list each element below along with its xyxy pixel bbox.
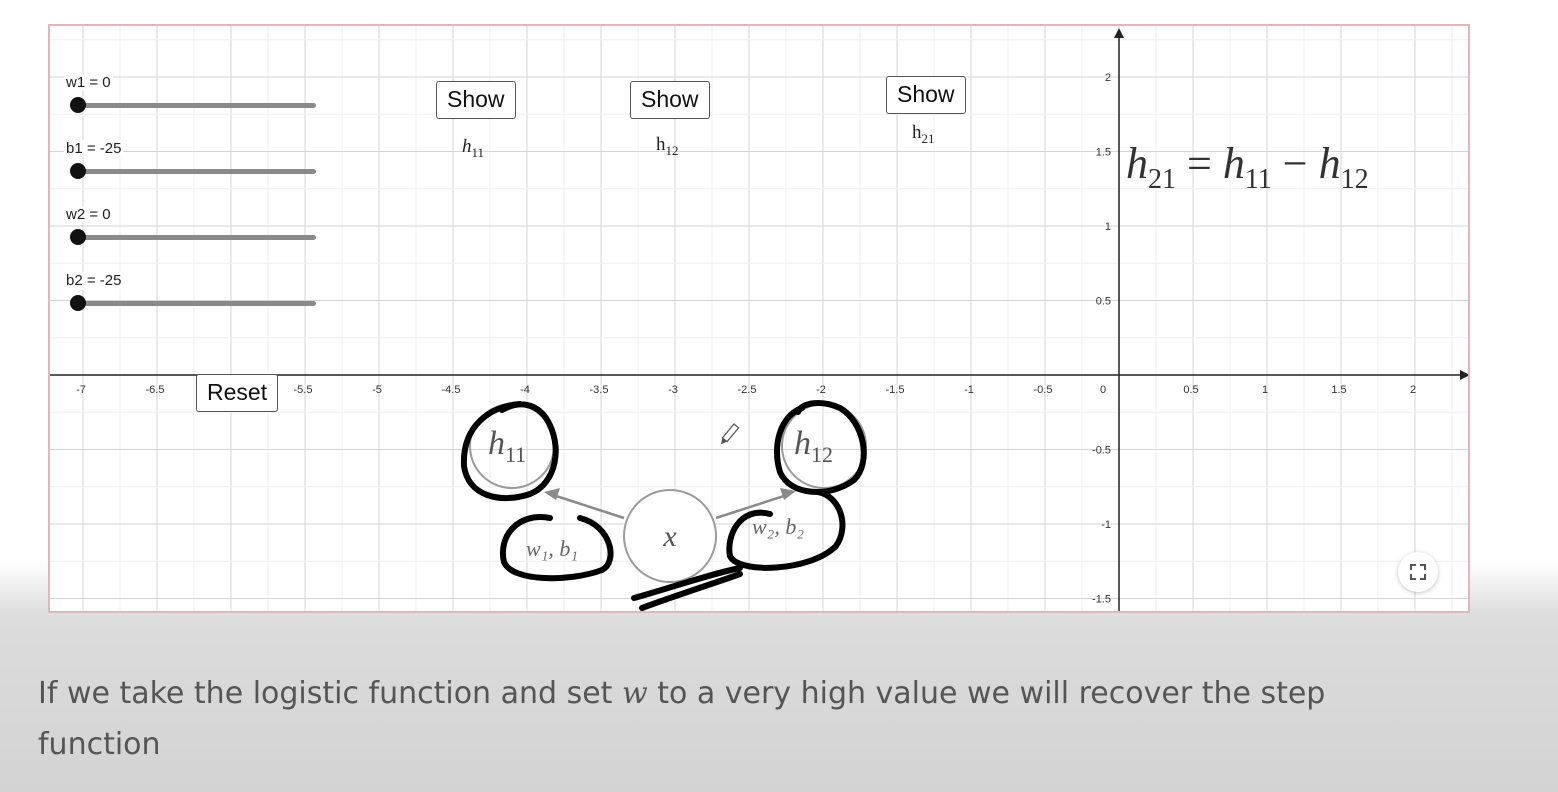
h12-label: h12 xyxy=(656,134,679,158)
x-tick-label: -4 xyxy=(520,384,530,396)
slider-handle[interactable] xyxy=(70,97,86,113)
slider-w2[interactable]: w2 = 0 xyxy=(62,206,322,246)
x-tick-label: -2 xyxy=(816,384,826,396)
x-tick-label: -7 xyxy=(76,384,86,396)
show-h12-button[interactable]: Show xyxy=(630,81,710,119)
x-tick-label: 2 xyxy=(1410,384,1416,396)
y-tick-label: 0.5 xyxy=(1096,296,1111,308)
y-tick-label: -0.5 xyxy=(1092,445,1111,457)
node-h12-label: h12 xyxy=(794,425,833,467)
geogebra-applet[interactable]: -7-6.5-6-5.5-5-4.5-4-3.5-3-2.5-2-1.5-1-0… xyxy=(48,24,1470,613)
fullscreen-button[interactable] xyxy=(1398,552,1438,592)
y-tick-label: 1 xyxy=(1105,221,1111,233)
slider-w2-label: w2 = 0 xyxy=(64,206,113,223)
slider-b2-label: b2 = -25 xyxy=(64,272,124,289)
slider-b1[interactable]: b1 = -25 xyxy=(62,140,322,180)
x-tick-label: -4.5 xyxy=(442,384,461,396)
x-tick-label: 0 xyxy=(1100,384,1106,396)
x-tick-label: -1 xyxy=(964,384,974,396)
y-tick-label: -1 xyxy=(1101,519,1111,531)
caption-text: If we take the logistic function and set… xyxy=(38,676,1326,762)
arrowhead-icon xyxy=(544,488,560,500)
x-axis-arrow-icon xyxy=(1460,370,1468,380)
equation-h21: h21 = h11 − h12 xyxy=(1126,139,1369,195)
pen-cursor-icon xyxy=(720,423,740,445)
edge-x-h11 xyxy=(549,492,625,520)
y-tick-label: 2 xyxy=(1105,72,1111,84)
slider-handle[interactable] xyxy=(70,229,86,245)
slider-b1-label: b1 = -25 xyxy=(64,140,124,157)
slider-track[interactable] xyxy=(78,301,316,306)
slider-track[interactable] xyxy=(78,103,316,108)
h21-label: h21 xyxy=(912,122,935,146)
x-tick-label: -1.5 xyxy=(886,384,905,396)
node-h11-label: h11 xyxy=(488,425,526,467)
x-tick-label: -5 xyxy=(372,384,382,396)
x-tick-label: -2.5 xyxy=(738,384,757,396)
slider-w1[interactable]: w1 = 0 xyxy=(62,74,322,114)
node-x-label: x xyxy=(662,520,677,553)
slider-handle[interactable] xyxy=(70,163,86,179)
x-tick-label: -6.5 xyxy=(146,384,165,396)
edge2-label: w₂, b₂ xyxy=(752,514,804,539)
x-tick-label: -3.5 xyxy=(590,384,609,396)
y-axis-arrow-icon xyxy=(1114,28,1124,38)
edge1-label: w₁, b₁ xyxy=(526,536,578,561)
slider-track[interactable] xyxy=(78,169,316,174)
graph-canvas[interactable]: -7-6.5-6-5.5-5-4.5-4-3.5-3-2.5-2-1.5-1-0… xyxy=(50,26,1470,613)
y-tick-label: -1.5 xyxy=(1092,594,1111,606)
x-tick-label: -5.5 xyxy=(294,384,313,396)
fullscreen-icon xyxy=(1410,564,1426,580)
slider-handle[interactable] xyxy=(70,295,86,311)
slider-w1-label: w1 = 0 xyxy=(64,74,113,91)
show-h11-button[interactable]: Show xyxy=(436,81,516,119)
slider-track[interactable] xyxy=(78,235,316,240)
show-h21-button[interactable]: Show xyxy=(886,76,966,114)
slider-b2[interactable]: b2 = -25 xyxy=(62,272,322,312)
x-tick-label: 1 xyxy=(1262,384,1268,396)
x-tick-label: -0.5 xyxy=(1034,384,1053,396)
x-tick-label: 1.5 xyxy=(1331,384,1346,396)
x-tick-label: -3 xyxy=(668,384,678,396)
y-tick-labels: 2 1.5 1 0.5 -0.5 -1 -1.5 xyxy=(1092,72,1111,606)
h11-label: h11 xyxy=(462,136,485,160)
reset-button[interactable]: Reset xyxy=(196,374,279,412)
y-tick-label: 1.5 xyxy=(1096,147,1111,159)
x-tick-label: 0.5 xyxy=(1183,384,1198,396)
